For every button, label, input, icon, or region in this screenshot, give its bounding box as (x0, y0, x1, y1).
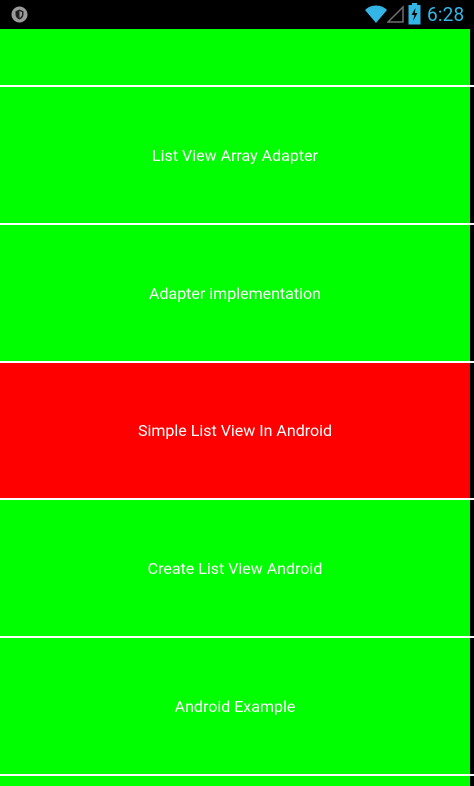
signal-icon (387, 5, 404, 23)
list-item[interactable] (0, 776, 470, 786)
list-item[interactable]: Android Example (0, 638, 470, 774)
list-item-label: Adapter implementation (149, 283, 321, 303)
list-item-selected[interactable]: Simple List View In Android (0, 363, 470, 498)
wifi-icon (365, 5, 387, 23)
list-item[interactable] (0, 29, 470, 85)
battery-charging-icon (408, 3, 421, 25)
clock: 6:28 (427, 3, 465, 26)
list-item-label: Simple List View In Android (137, 421, 333, 440)
list-item[interactable]: List View Array Adapter (0, 87, 470, 223)
list-item-label: List View Array Adapter (152, 145, 318, 165)
shield-icon (11, 6, 28, 23)
status-bar: 6:28 (0, 0, 474, 29)
list-item-label: Android Example (174, 696, 296, 716)
list-view[interactable]: List View Array Adapter Adapter implemen… (0, 29, 474, 786)
list-item[interactable]: Create List View Android (0, 500, 470, 636)
list-item[interactable]: Adapter implementation (0, 225, 470, 361)
list-item-label: Create List View Android (147, 558, 323, 578)
